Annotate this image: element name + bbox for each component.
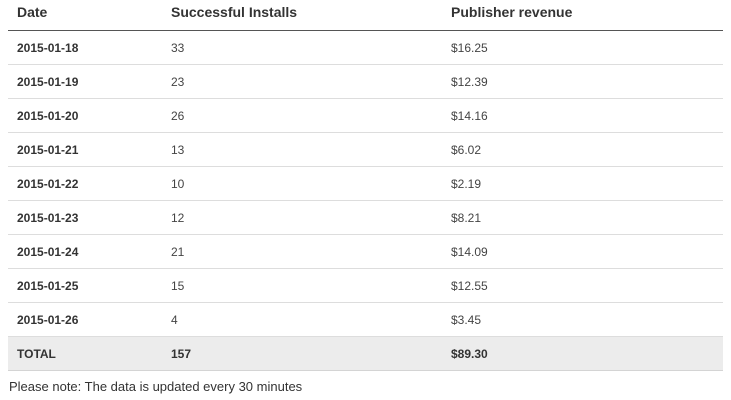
cell-installs: 10 (162, 166, 442, 201)
table-row: 2015-01-23 12 $8.21 (8, 200, 723, 235)
cell-revenue: $6.02 (442, 132, 723, 167)
cell-date: 2015-01-22 (8, 166, 162, 201)
cell-revenue: $3.45 (442, 302, 723, 337)
cell-installs: 4 (162, 302, 442, 337)
cell-revenue: $16.25 (442, 30, 723, 65)
column-header-date: Date (8, 0, 162, 31)
update-note: Please note: The data is updated every 3… (9, 379, 303, 394)
table-header-row: Date Successful Installs Publisher reven… (8, 0, 723, 31)
cell-revenue: $14.09 (442, 234, 723, 269)
table-row: 2015-01-20 26 $14.16 (8, 98, 723, 133)
installs-revenue-table: Date Successful Installs Publisher reven… (8, 0, 723, 371)
cell-revenue: $12.55 (442, 268, 723, 303)
cell-installs: 33 (162, 30, 442, 65)
table-row: 2015-01-21 13 $6.02 (8, 132, 723, 167)
cell-date: 2015-01-20 (8, 98, 162, 133)
cell-date: 2015-01-24 (8, 234, 162, 269)
cell-installs: 15 (162, 268, 442, 303)
table-row: 2015-01-25 15 $12.55 (8, 268, 723, 303)
table-row: 2015-01-18 33 $16.25 (8, 30, 723, 65)
cell-installs: 23 (162, 64, 442, 99)
cell-revenue: $12.39 (442, 64, 723, 99)
cell-date: 2015-01-19 (8, 64, 162, 99)
cell-date: 2015-01-21 (8, 132, 162, 167)
table-row: 2015-01-19 23 $12.39 (8, 64, 723, 99)
table-row: 2015-01-24 21 $14.09 (8, 234, 723, 269)
column-header-installs: Successful Installs (162, 0, 442, 31)
cell-installs: 21 (162, 234, 442, 269)
cell-date: 2015-01-25 (8, 268, 162, 303)
total-label: TOTAL (8, 336, 162, 371)
cell-revenue: $14.16 (442, 98, 723, 133)
cell-date: 2015-01-26 (8, 302, 162, 337)
cell-installs: 13 (162, 132, 442, 167)
cell-revenue: $2.19 (442, 166, 723, 201)
total-installs: 157 (162, 336, 442, 371)
cell-date: 2015-01-23 (8, 200, 162, 235)
total-revenue: $89.30 (442, 336, 723, 371)
total-row: TOTAL 157 $89.30 (8, 336, 723, 371)
cell-revenue: $8.21 (442, 200, 723, 235)
stats-report: Date Successful Installs Publisher reven… (0, 0, 731, 400)
cell-date: 2015-01-18 (8, 30, 162, 65)
cell-installs: 12 (162, 200, 442, 235)
column-header-revenue: Publisher revenue (442, 0, 723, 31)
cell-installs: 26 (162, 98, 442, 133)
table-row: 2015-01-26 4 $3.45 (8, 302, 723, 337)
table-row: 2015-01-22 10 $2.19 (8, 166, 723, 201)
